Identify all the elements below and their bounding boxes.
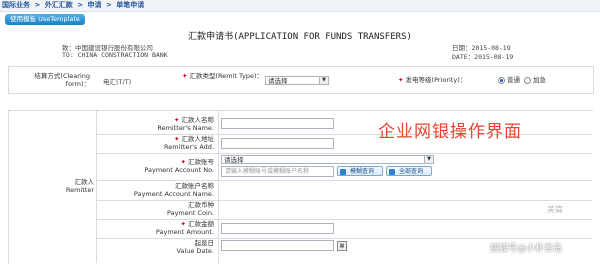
- remitter-section-label: 汇款人 Remitter: [65, 178, 94, 194]
- remitter-name-input[interactable]: [221, 118, 334, 129]
- breadcrumb-separator: >: [34, 1, 41, 9]
- grid-divider: [96, 153, 592, 154]
- grid-divider: [96, 110, 97, 263]
- page-title: 汇款申请书(APPLICATION FOR FUNDS TRANSFERS): [188, 32, 412, 42]
- payment-account-selected: 请选择: [224, 156, 244, 164]
- clearing-form-value: 电汇(T/T): [103, 78, 132, 86]
- breadcrumb-item-intl[interactable]: 国际业务: [2, 1, 30, 9]
- payment-amount-label: ✦ 汇款金额 Payment Amount.: [155, 220, 214, 236]
- breadcrumb-separator: >: [105, 1, 112, 9]
- grid-divider: [218, 110, 219, 263]
- radio-checked-icon: [498, 76, 505, 84]
- remit-type-label: ✦ 汇款类型(Remit Type)：: [181, 72, 263, 80]
- account-name-label: 汇款账户名称 Payment Account Name.: [133, 182, 214, 198]
- breadcrumb-item-fx-remit[interactable]: 外汇汇款: [45, 1, 73, 9]
- breadcrumb-item-single: 单笔申请: [116, 1, 145, 9]
- sohu-watermark: 搜狐号@小朴青岛: [490, 244, 563, 254]
- fuzzy-query-button[interactable]: 模糊查询: [337, 166, 383, 176]
- meipian-watermark: 美篇: [547, 205, 563, 214]
- clearing-form-label: 结算方式(Clearing form)：: [34, 72, 90, 88]
- chevron-down-icon: ▼: [424, 156, 433, 163]
- recipient-bank-en: TO: CHINA CONSTRACTION BANK: [62, 51, 168, 59]
- breadcrumb-separator: >: [77, 1, 84, 9]
- breadcrumb-item-apply[interactable]: 申请: [88, 1, 102, 9]
- payment-currency-label: 汇款币种 Payment Coin.: [166, 201, 214, 217]
- payment-account-label: ✦ 汇款账号 Payment Account No.: [144, 158, 214, 174]
- remitter-name-label: ✦ 汇款人名称 Remitter's Name.: [157, 116, 214, 132]
- radio-unchecked-icon: [524, 76, 531, 84]
- search-icon: [340, 169, 346, 175]
- value-date-input[interactable]: [221, 240, 334, 251]
- priority-urgent-radio[interactable]: 加急: [524, 76, 546, 84]
- payment-account-select[interactable]: 请选择 ▼: [221, 155, 434, 164]
- priority-normal-radio[interactable]: 普通: [498, 76, 520, 84]
- value-date-label: 起息日 Value Date.: [176, 239, 214, 255]
- payment-amount-input[interactable]: [221, 223, 334, 234]
- priority-label: ✦ 发电等级(Priority)：: [398, 76, 467, 84]
- grid-divider: [96, 180, 592, 181]
- remit-type-select[interactable]: 请选择 ▼: [265, 76, 329, 85]
- use-template-button[interactable]: 使用模板 UseTemplate: [5, 14, 85, 25]
- all-query-button[interactable]: 全部查询: [386, 166, 432, 176]
- calendar-icon[interactable]: ▦: [337, 241, 347, 251]
- remit-type-selected: 请选择: [268, 77, 288, 85]
- breadcrumb: 国际业务 > 外汇汇款 > 申请 > 单笔申请: [0, 0, 600, 12]
- account-search-input[interactable]: 请输入模糊账号或模糊账户名称: [221, 166, 334, 177]
- remitter-address-label: ✦ 汇款人地址 Remitter's Add.: [163, 135, 214, 151]
- date-en: DATE：2015-08-19: [452, 53, 514, 61]
- remitter-address-input[interactable]: [221, 138, 334, 149]
- search-icon: [389, 169, 395, 175]
- overlay-caption: 企业网银操作界面: [378, 122, 522, 142]
- chevron-down-icon: ▼: [319, 77, 328, 84]
